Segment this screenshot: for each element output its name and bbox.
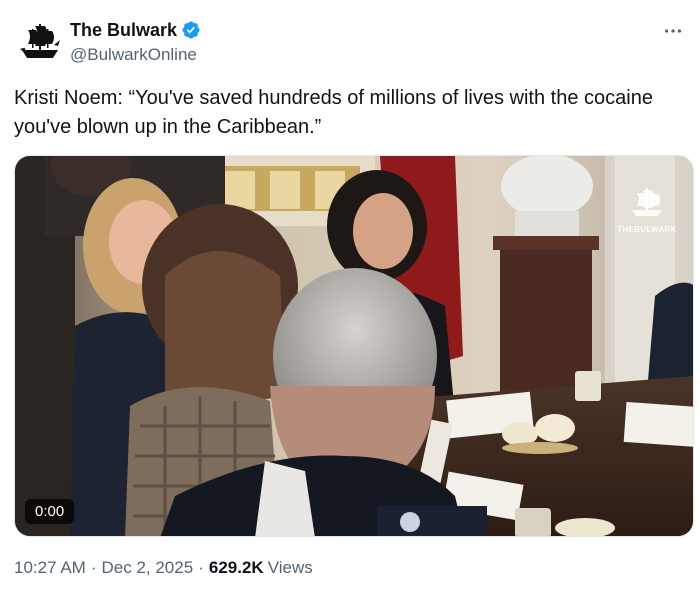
tweet-header: The Bulwark @BulwarkOnline (14, 14, 686, 70)
ship-logo-icon (14, 16, 66, 68)
tweet-text: Kristi Noem: “You've saved hundreds of m… (14, 87, 653, 138)
verified-badge-icon[interactable] (181, 20, 201, 40)
meta-separator: · (198, 558, 204, 577)
video-frame (15, 156, 693, 536)
ship-watermark-icon (632, 188, 662, 216)
author-avatar[interactable] (14, 16, 66, 68)
video-player[interactable]: THEBULWARK 0:00 (14, 155, 694, 537)
display-name[interactable]: The Bulwark (70, 20, 177, 41)
views-label: Views (267, 558, 313, 577)
bulwark-watermark: THEBULWARK (617, 184, 677, 234)
tweet-meta: 10:27 AM · Dec 2, 2025 · 629.2K Views (14, 558, 313, 578)
more-options-icon[interactable] (660, 20, 686, 42)
display-name-row: The Bulwark (70, 18, 201, 42)
post-time[interactable]: 10:27 AM (14, 558, 86, 578)
post-date[interactable]: Dec 2, 2025 (102, 558, 194, 578)
author-names: The Bulwark @BulwarkOnline (70, 18, 201, 65)
author-handle[interactable]: @BulwarkOnline (70, 45, 201, 65)
meta-separator: · (90, 558, 97, 577)
views-count[interactable]: 629.2K (209, 558, 264, 578)
watermark-text: THEBULWARK (617, 225, 677, 234)
video-timecode: 0:00 (25, 499, 75, 524)
